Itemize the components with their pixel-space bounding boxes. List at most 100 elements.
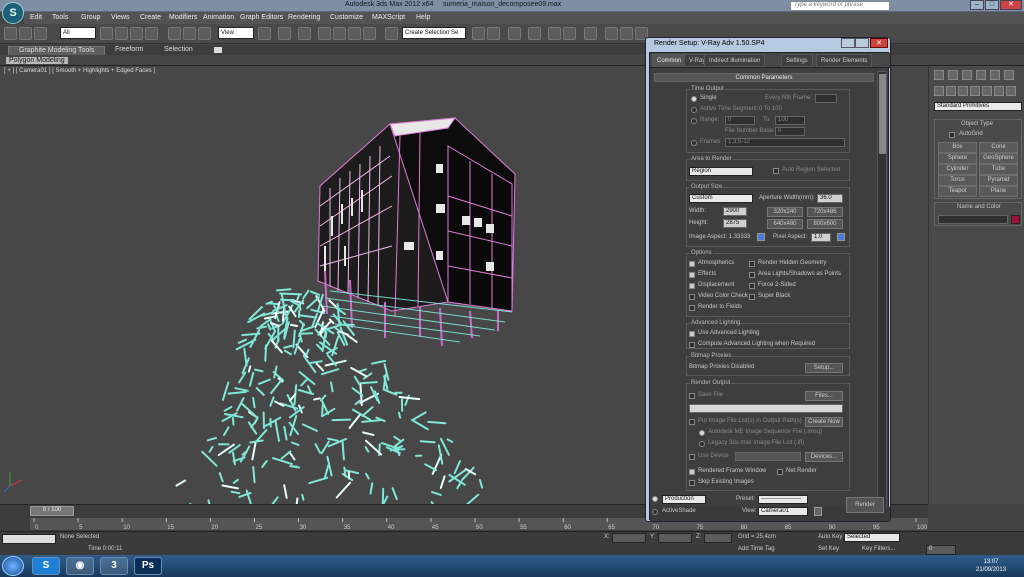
- device-field[interactable]: [735, 452, 801, 461]
- preset-dropdown[interactable]: --------------------: [758, 495, 808, 504]
- name-color-title[interactable]: Name and Color: [957, 204, 1001, 210]
- object-name-field[interactable]: [938, 215, 1008, 224]
- super-black-checkbox[interactable]: [749, 294, 755, 300]
- menu-group[interactable]: Group: [81, 14, 100, 21]
- select-by-name-icon[interactable]: [115, 27, 128, 40]
- activeshade-radio[interactable]: [652, 509, 658, 515]
- geometry-icon[interactable]: [934, 86, 944, 96]
- pixel-aspect-field[interactable]: 1.0: [811, 233, 831, 242]
- lock-aspect-icon[interactable]: [757, 233, 765, 241]
- menu-modifiers[interactable]: Modifiers: [169, 14, 197, 21]
- viewport-label[interactable]: [ + ] [ Camera01 ] [ Smooth + Highlights…: [4, 68, 155, 74]
- system-clock[interactable]: 13:07 21/09/2013: [976, 558, 1006, 574]
- photoshop-icon[interactable]: Ps: [134, 557, 162, 575]
- rotate-icon[interactable]: [183, 27, 196, 40]
- box-button[interactable]: Box: [938, 142, 977, 153]
- cylinder-button[interactable]: Cylinder: [938, 164, 977, 175]
- tube-button[interactable]: Tube: [979, 164, 1018, 175]
- scale-icon[interactable]: [198, 27, 211, 40]
- angle-snap-icon[interactable]: [333, 27, 346, 40]
- motion-tab-icon[interactable]: [976, 70, 986, 80]
- output-path-field[interactable]: [689, 404, 843, 413]
- view-dropdown[interactable]: Camera01: [758, 507, 808, 516]
- common-parameters-rollout[interactable]: Common Parameters: [654, 73, 874, 82]
- modify-tab-icon[interactable]: [948, 70, 958, 80]
- range-radio[interactable]: [691, 118, 697, 124]
- geosphere-button[interactable]: GeoSphere: [979, 153, 1018, 164]
- close-button[interactable]: ✕: [1000, 0, 1022, 10]
- tab-common[interactable]: Common: [652, 54, 687, 67]
- material-editor-icon[interactable]: [584, 27, 597, 40]
- spacewarps-icon[interactable]: [994, 86, 1004, 96]
- align-icon[interactable]: [487, 27, 500, 40]
- skype-icon[interactable]: S: [32, 557, 60, 575]
- mirror-icon[interactable]: [472, 27, 485, 40]
- legacy-ifl-radio[interactable]: [699, 441, 705, 447]
- create-now-button[interactable]: Create Now: [805, 417, 843, 427]
- object-color-swatch[interactable]: [1011, 215, 1020, 224]
- menu-help[interactable]: Help: [416, 14, 430, 21]
- menu-maxscript[interactable]: MAXScript: [372, 14, 405, 21]
- atmospherics-checkbox[interactable]: [689, 261, 695, 267]
- use-device-checkbox[interactable]: [689, 454, 695, 460]
- select-object-icon[interactable]: [100, 27, 113, 40]
- use-advanced-lighting-checkbox[interactable]: [689, 331, 695, 337]
- height-field[interactable]: 2875: [723, 219, 747, 228]
- tab-settings[interactable]: Settings: [781, 54, 813, 67]
- polygon-modeling-panel[interactable]: Polygon Modeling: [6, 57, 68, 64]
- set-key-button[interactable]: Set Key: [818, 546, 839, 552]
- range-from-field[interactable]: 0: [725, 116, 755, 125]
- schematic-view-icon[interactable]: [563, 27, 576, 40]
- autogrid-checkbox[interactable]: [949, 132, 955, 138]
- autodesk-ifl-radio[interactable]: [699, 430, 705, 436]
- selection-filter-dropdown[interactable]: All: [60, 27, 96, 39]
- y-coord-field[interactable]: [658, 533, 692, 543]
- single-radio[interactable]: [691, 96, 697, 102]
- menu-animation[interactable]: Animation: [203, 14, 234, 21]
- preset-720x486-button[interactable]: 720x486: [807, 207, 843, 217]
- primitives-dropdown[interactable]: Standard Primitives: [934, 102, 1022, 111]
- force-2-sided-checkbox[interactable]: [749, 283, 755, 289]
- production-radio[interactable]: [652, 496, 658, 502]
- named-selection-dropdown[interactable]: Create Selection Se: [402, 27, 466, 39]
- menu-rendering[interactable]: Rendering: [288, 14, 320, 21]
- window-crossing-icon[interactable]: [145, 27, 158, 40]
- display-tab-icon[interactable]: [990, 70, 1000, 80]
- menu-tools[interactable]: Tools: [52, 14, 68, 21]
- rendered-frame-window-icon[interactable]: [620, 27, 633, 40]
- lock-view-icon[interactable]: [814, 507, 822, 516]
- render-to-fields-checkbox[interactable]: [689, 305, 695, 311]
- dialog-close-button[interactable]: ✕: [870, 38, 888, 48]
- menu-customize[interactable]: Customize: [330, 14, 363, 21]
- cameras-icon[interactable]: [970, 86, 980, 96]
- pivot-icon[interactable]: [258, 27, 271, 40]
- displacement-checkbox[interactable]: [689, 283, 695, 289]
- range-to-field[interactable]: 100: [775, 116, 805, 125]
- frames-field[interactable]: 1,3,5-12: [725, 138, 845, 147]
- frames-radio[interactable]: [691, 140, 697, 146]
- tab-indirect-illumination[interactable]: Indirect illumination: [704, 54, 766, 67]
- width-field[interactable]: 2900: [723, 207, 747, 216]
- app-logo-icon[interactable]: S: [2, 2, 24, 24]
- keyboard-shortcut-icon[interactable]: [298, 27, 311, 40]
- ribbon-minimize-icon[interactable]: [214, 47, 222, 53]
- chrome-icon[interactable]: ◉: [66, 557, 94, 575]
- tab-render-elements[interactable]: Render Elements: [816, 54, 873, 67]
- undo-icon[interactable]: [4, 27, 17, 40]
- menu-edit[interactable]: Edit: [30, 14, 42, 21]
- select-manipulate-icon[interactable]: [278, 27, 291, 40]
- object-type-title[interactable]: Object Type: [961, 121, 993, 127]
- area-lights-checkbox[interactable]: [749, 272, 755, 278]
- auto-key-button[interactable]: Auto Key: [818, 534, 842, 540]
- save-file-checkbox[interactable]: [689, 393, 695, 399]
- file-number-base-field[interactable]: 0: [775, 127, 805, 136]
- output-size-dropdown[interactable]: Custom: [689, 194, 753, 203]
- z-coord-field[interactable]: [704, 533, 732, 543]
- effects-checkbox[interactable]: [689, 272, 695, 278]
- aperture-width-field[interactable]: 36.0: [817, 194, 843, 203]
- key-filters-button[interactable]: Key Filters...: [862, 546, 895, 552]
- dialog-minimize-button[interactable]: [841, 38, 855, 48]
- every-nth-field[interactable]: [815, 94, 837, 103]
- compute-advanced-lighting-checkbox[interactable]: [689, 342, 695, 348]
- preset-800x600-button[interactable]: 800x600: [807, 219, 843, 229]
